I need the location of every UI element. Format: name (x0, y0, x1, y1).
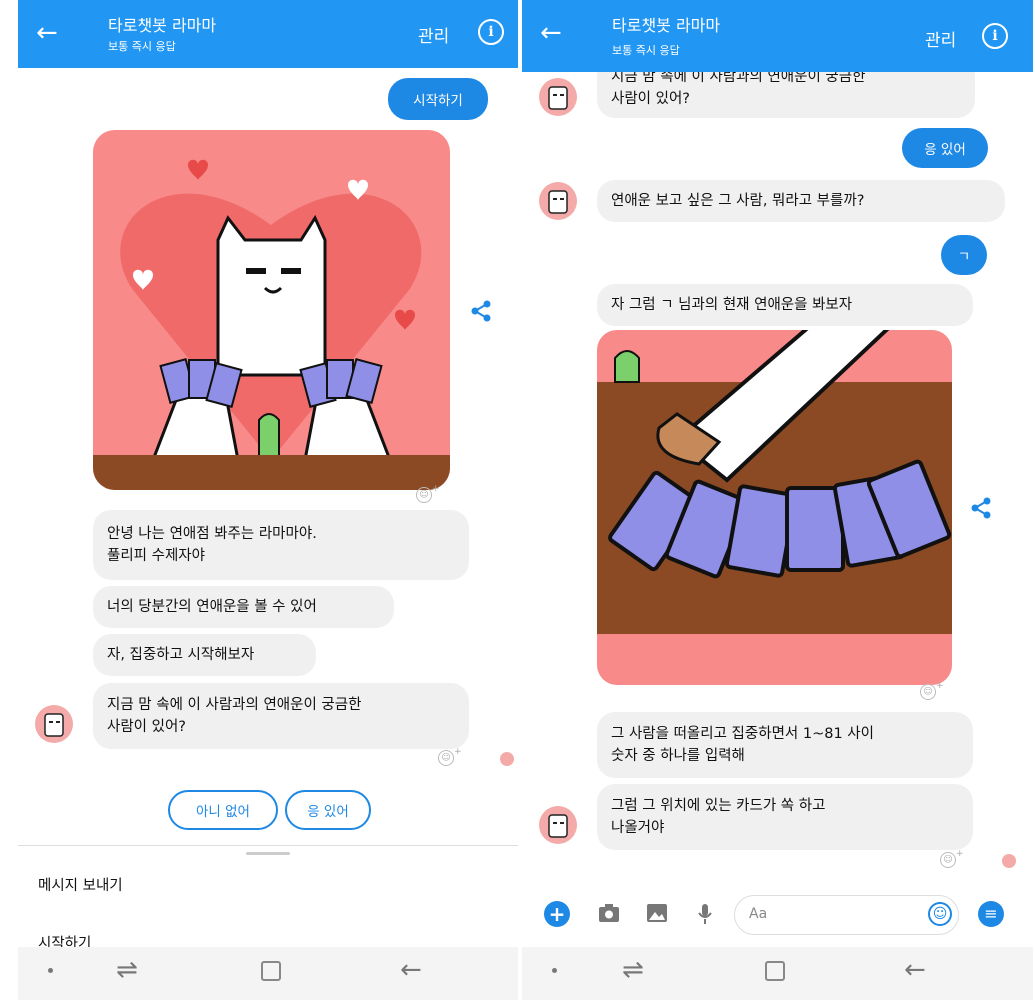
back-arrow-icon[interactable]: ← (540, 18, 562, 48)
message-bubble: 그 사람을 떠올리고 집중하면서 1~81 사이 숫자 중 하나를 입력해 (597, 712, 973, 778)
manage-button[interactable]: 관리 (418, 22, 449, 47)
gallery-icon[interactable] (646, 903, 668, 923)
message-line: 안녕 나는 연애점 봐주는 라마마야. (107, 526, 317, 542)
user-reply-bubble: 응 있어 (902, 128, 988, 168)
info-icon[interactable]: i (478, 19, 504, 45)
home-icon[interactable] (261, 961, 281, 981)
plus-icon[interactable]: + (544, 901, 570, 927)
message-bubble: 연애운 보고 싶은 그 사람, 뭐라고 부를까? (597, 180, 1005, 222)
share-icon[interactable] (470, 300, 492, 322)
android-nav-bar: ⇌ ← (522, 947, 1033, 1000)
bot-avatar[interactable] (539, 806, 577, 844)
nav-dot-icon[interactable] (552, 968, 557, 973)
message-line: 사람이 있어? (107, 719, 187, 735)
seen-avatar (1002, 854, 1016, 868)
menu-icon[interactable]: ≡ (978, 901, 1004, 927)
message-bubble: 지금 맘 속에 이 사람과의 연애운이 궁금한 사람이 있어? (93, 683, 469, 749)
react-plus-icon: + (956, 849, 964, 859)
message-line: 풀리피 수제자야 (107, 548, 205, 564)
message-input-placeholder: Aa (749, 906, 768, 922)
message-line: 사람이 있어? (611, 91, 691, 107)
nav-back-icon[interactable]: ← (904, 955, 926, 985)
chat-subtitle: 보통 즉시 응답 (108, 40, 176, 53)
react-plus-icon: + (454, 747, 462, 757)
message-line: 그럼 그 위치에 있는 카드가 쏙 하고 (611, 798, 826, 814)
react-smiley-icon[interactable]: ☺ (416, 487, 432, 503)
quick-reply-yes[interactable]: 응 있어 (285, 790, 371, 830)
react-smiley-icon[interactable]: ☺ (940, 852, 956, 868)
menu-send-message[interactable]: 메시지 보내기 (38, 874, 123, 895)
message-line: 그 사람을 떠올리고 집중하면서 1~81 사이 (611, 726, 874, 742)
chat-screen-left: ← 타로챗봇 라마마 보통 즉시 응답 관리 i 시작하기 ☺ + 안녕 나는 … (18, 0, 518, 1000)
message-line: 연애운 보고 싶은 그 사람, 뭐라고 부를까? (611, 193, 865, 209)
message-bubble: 안녕 나는 연애점 봐주는 라마마야. 풀리피 수제자야 (93, 510, 469, 580)
nav-back-icon[interactable]: ← (400, 955, 422, 985)
recents-icon[interactable]: ⇌ (622, 955, 644, 985)
chat-title: 타로챗봇 라마마 (612, 16, 721, 35)
message-bubble: 너의 당분간의 연애운을 볼 수 있어 (93, 586, 394, 628)
start-reply-bubble: 시작하기 (388, 78, 488, 120)
quick-reply-no[interactable]: 아니 없어 (168, 790, 278, 830)
manage-button[interactable]: 관리 (925, 26, 956, 51)
chat-header: ← 타로챗봇 라마마 보통 즉시 응답 관리 i (18, 0, 518, 68)
android-nav-bar: ⇌ ← (18, 947, 518, 1000)
chat-header: ← 타로챗봇 라마마 보통 즉시 응답 관리 i (522, 0, 1033, 72)
message-line: 자 그럼 ㄱ 님과의 현재 연애운을 봐보자 (611, 297, 853, 313)
chat-subtitle: 보통 즉시 응답 (612, 44, 680, 57)
react-smiley-icon[interactable]: ☺ (920, 684, 936, 700)
chat-screen-right: 지금 맘 속에 이 사람과의 연애운이 궁금한 사람이 있어? ← 타로챗봇 라… (522, 0, 1033, 1000)
back-arrow-icon[interactable]: ← (36, 18, 58, 48)
message-bubble: 자 그럼 ㄱ 님과의 현재 연애운을 봐보자 (597, 284, 973, 326)
user-reply-bubble: ㄱ (941, 235, 987, 275)
message-bubble: 그럼 그 위치에 있는 카드가 쏙 하고 나올거야 (597, 784, 973, 850)
message-bubble: 자, 집중하고 시작해보자 (93, 634, 316, 676)
recents-icon[interactable]: ⇌ (116, 955, 138, 985)
llama-intro-image[interactable] (93, 130, 450, 490)
message-line: 너의 당분간의 연애운을 볼 수 있어 (107, 599, 317, 615)
message-line: 자, 집중하고 시작해보자 (107, 647, 255, 663)
bot-avatar[interactable] (539, 182, 577, 220)
emoji-icon[interactable]: ☺ (928, 902, 952, 926)
mic-icon[interactable] (698, 903, 712, 925)
camera-icon[interactable] (598, 903, 620, 923)
chat-title: 타로챗봇 라마마 (108, 16, 217, 35)
drag-handle[interactable] (246, 852, 290, 855)
tarot-spread-image[interactable] (597, 330, 952, 685)
seen-avatar (500, 752, 514, 766)
info-icon[interactable]: i (982, 23, 1008, 49)
nav-dot-icon[interactable] (48, 968, 53, 973)
react-smiley-icon[interactable]: ☺ (438, 750, 454, 766)
message-line: 숫자 중 하나를 입력해 (611, 748, 745, 764)
bot-avatar[interactable] (35, 705, 73, 743)
message-line: 나올거야 (611, 820, 665, 836)
share-icon[interactable] (970, 497, 992, 519)
divider (18, 845, 518, 846)
home-icon[interactable] (765, 961, 785, 981)
message-line: 지금 맘 속에 이 사람과의 연애운이 궁금한 (107, 697, 362, 713)
react-plus-icon: + (432, 484, 440, 494)
message-input[interactable]: Aa ☺ (734, 895, 959, 935)
react-plus-icon: + (936, 681, 944, 691)
bot-avatar[interactable] (539, 78, 577, 116)
